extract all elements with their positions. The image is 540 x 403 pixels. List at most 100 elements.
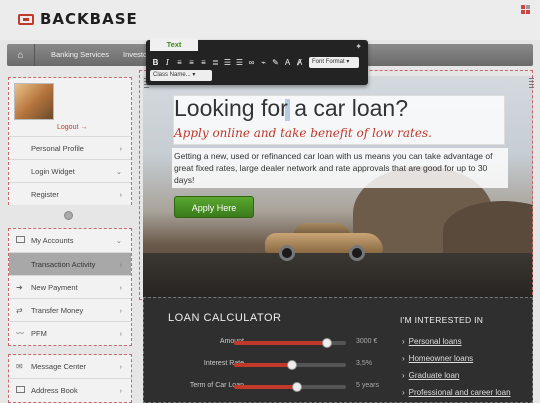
class-name-select[interactable]: Class Name... ▾ (150, 70, 212, 81)
tab-text[interactable]: Text (150, 38, 198, 51)
link-icon[interactable]: ∞ (247, 58, 256, 67)
text-editor-toolbar: Text ✦ B I ≡ ≡ ≡ ≣ ☰ ☰ ∞ ⌁ ✎ A Ⱥ Font Fo… (146, 38, 368, 85)
sidebar-item-login-widget[interactable]: Login Widget ⌄ (9, 159, 131, 182)
align-right-icon[interactable]: ≡ (199, 58, 208, 67)
chevron-right-icon: › (119, 305, 123, 315)
calc-row: Term of Car Loan 5 years (160, 381, 380, 393)
calc-row-label: Interest Rate (203, 360, 244, 367)
sidebar-item-my-accounts[interactable]: My Accounts ⌄ (9, 229, 131, 252)
nav-item-banking-services[interactable]: Banking Services (51, 50, 109, 59)
loan-calculator-title: LOAN CALCULATOR (168, 312, 282, 324)
road-shape (143, 253, 533, 301)
sidebar-item-label: Transfer Money (31, 305, 84, 315)
calc-row-value: 3,5% (356, 360, 372, 367)
link-homeowner-loans[interactable]: Homeowner loans (402, 354, 473, 363)
sidebar-item-label: Transaction Activity (31, 259, 96, 269)
avatar[interactable] (14, 83, 54, 120)
calc-row-label: Term of Car Loan (189, 382, 244, 389)
layout-grid-icon[interactable] (521, 5, 530, 14)
calc-slider-knob[interactable] (287, 360, 298, 370)
class-name-label: Class Name... (153, 72, 191, 78)
chevron-right-icon: › (119, 143, 123, 153)
sidebar-item-label: Personal Profile (31, 143, 84, 153)
calc-slider-fill (234, 363, 293, 367)
ordered-list-icon[interactable]: ☰ (223, 58, 232, 67)
sidebar-item-transaction-activity[interactable]: Transaction Activity › (9, 252, 131, 275)
font-format-label: Font Format (312, 59, 345, 65)
chevron-right-icon: › (119, 385, 123, 395)
app-header: BACKBASE (0, 0, 540, 40)
pin-icon[interactable]: ✦ (355, 42, 362, 51)
strikethrough-icon[interactable]: Ⱥ (295, 58, 304, 67)
calc-slider-knob[interactable] (291, 382, 302, 392)
align-left-icon[interactable]: ≡ (175, 58, 184, 67)
unlink-icon[interactable]: ⌁ (259, 58, 268, 67)
sidebar-item-label: PFM (31, 328, 47, 338)
arrow-icon: ➜ (16, 282, 23, 292)
link-personal-loans[interactable]: Personal loans (402, 337, 462, 346)
align-center-icon[interactable]: ≡ (187, 58, 196, 67)
drag-handle-right[interactable] (529, 78, 534, 88)
calc-slider[interactable] (234, 338, 346, 348)
chevron-right-icon: › (119, 362, 123, 371)
sidebar-item-personal-profile[interactable]: Personal Profile › (9, 136, 131, 159)
profile-widget: Logout → Personal Profile › Login Widget ⌄… (8, 77, 132, 205)
link-professional-career-loan[interactable]: Professional and career loan (402, 388, 511, 397)
sidebar-item-label: Address Book (31, 385, 78, 395)
transfer-icon: ⇄ (16, 305, 23, 315)
logo-text: BACKBASE (40, 10, 138, 28)
logout-link[interactable]: Logout → (57, 124, 87, 131)
calc-row-value: 3000 € (356, 338, 378, 345)
backbase-logo-icon (18, 13, 34, 25)
chevron-down-icon: ⌄ (115, 166, 122, 176)
hero-description[interactable]: Getting a new, used or refinanced car lo… (174, 150, 506, 186)
car-image (265, 223, 383, 261)
envelope-icon: ✉ (16, 362, 23, 371)
sidebar-item-message-center[interactable]: ✉ Message Center › (9, 355, 131, 378)
hero-subtitle[interactable]: Apply online and take benefit of low rat… (174, 126, 432, 140)
chevron-down-icon: ⌄ (115, 236, 122, 245)
accounts-widget: My Accounts ⌄ Transaction Activity › ➜ New… (8, 228, 132, 346)
nav-item-investments[interactable]: Investo (123, 50, 147, 59)
calc-slider-knob[interactable] (321, 338, 332, 348)
align-justify-icon[interactable]: ≣ (211, 58, 220, 67)
sidebar-item-register[interactable]: Register › (9, 182, 131, 205)
interested-in-title: I'M INTERESTED IN (400, 315, 484, 325)
clear-format-icon[interactable]: A (283, 58, 292, 67)
connector-node-icon[interactable] (64, 211, 73, 220)
calc-row: Amount 3000 € (160, 337, 380, 349)
chevron-right-icon: › (119, 259, 123, 269)
sidebar-item-label: Register (31, 189, 59, 199)
sidebar-item-transfer-money[interactable]: ⇄ Transfer Money › (9, 298, 131, 321)
chevron-right-icon: › (119, 328, 123, 338)
clean-icon[interactable]: ✎ (271, 58, 280, 67)
apply-here-button[interactable]: Apply Here (174, 196, 254, 218)
sidebar-item-label: My Accounts (31, 236, 74, 245)
calc-slider-fill (234, 385, 297, 389)
chevron-right-icon: › (119, 189, 123, 199)
calc-slider[interactable] (234, 360, 346, 370)
sidebar-item-label: New Payment (31, 282, 78, 292)
calc-slider-fill (234, 341, 327, 345)
calc-slider[interactable] (234, 382, 346, 392)
messages-widget: ✉ Message Center › Address Book › (8, 354, 132, 403)
unordered-list-icon[interactable]: ☰ (235, 58, 244, 67)
wallet-icon (16, 236, 25, 245)
sidebar-item-address-book[interactable]: Address Book › (9, 378, 131, 401)
hero-title[interactable]: Looking for a car loan? (174, 95, 408, 122)
chevron-right-icon: › (119, 282, 123, 292)
sidebar-item-label: Login Widget (31, 166, 75, 176)
home-icon[interactable]: ⌂ (7, 44, 35, 66)
sidebar-item-pfm[interactable]: 〰 PFM › (9, 321, 131, 344)
font-format-select[interactable]: Font Format ▾ (309, 57, 359, 68)
address-book-icon (16, 385, 25, 395)
chart-icon: 〰 (16, 328, 24, 338)
calc-row-value: 5 years (356, 382, 379, 389)
sidebar-item-new-payment[interactable]: ➜ New Payment › (9, 275, 131, 298)
italic-icon[interactable]: I (163, 58, 172, 67)
link-graduate-loan[interactable]: Graduate loan (402, 371, 460, 380)
bold-icon[interactable]: B (151, 58, 160, 67)
calc-row: Interest Rate 3,5% (160, 359, 380, 371)
backbase-logo[interactable]: BACKBASE (18, 10, 138, 28)
sidebar-item-label: Message Center (31, 362, 87, 371)
